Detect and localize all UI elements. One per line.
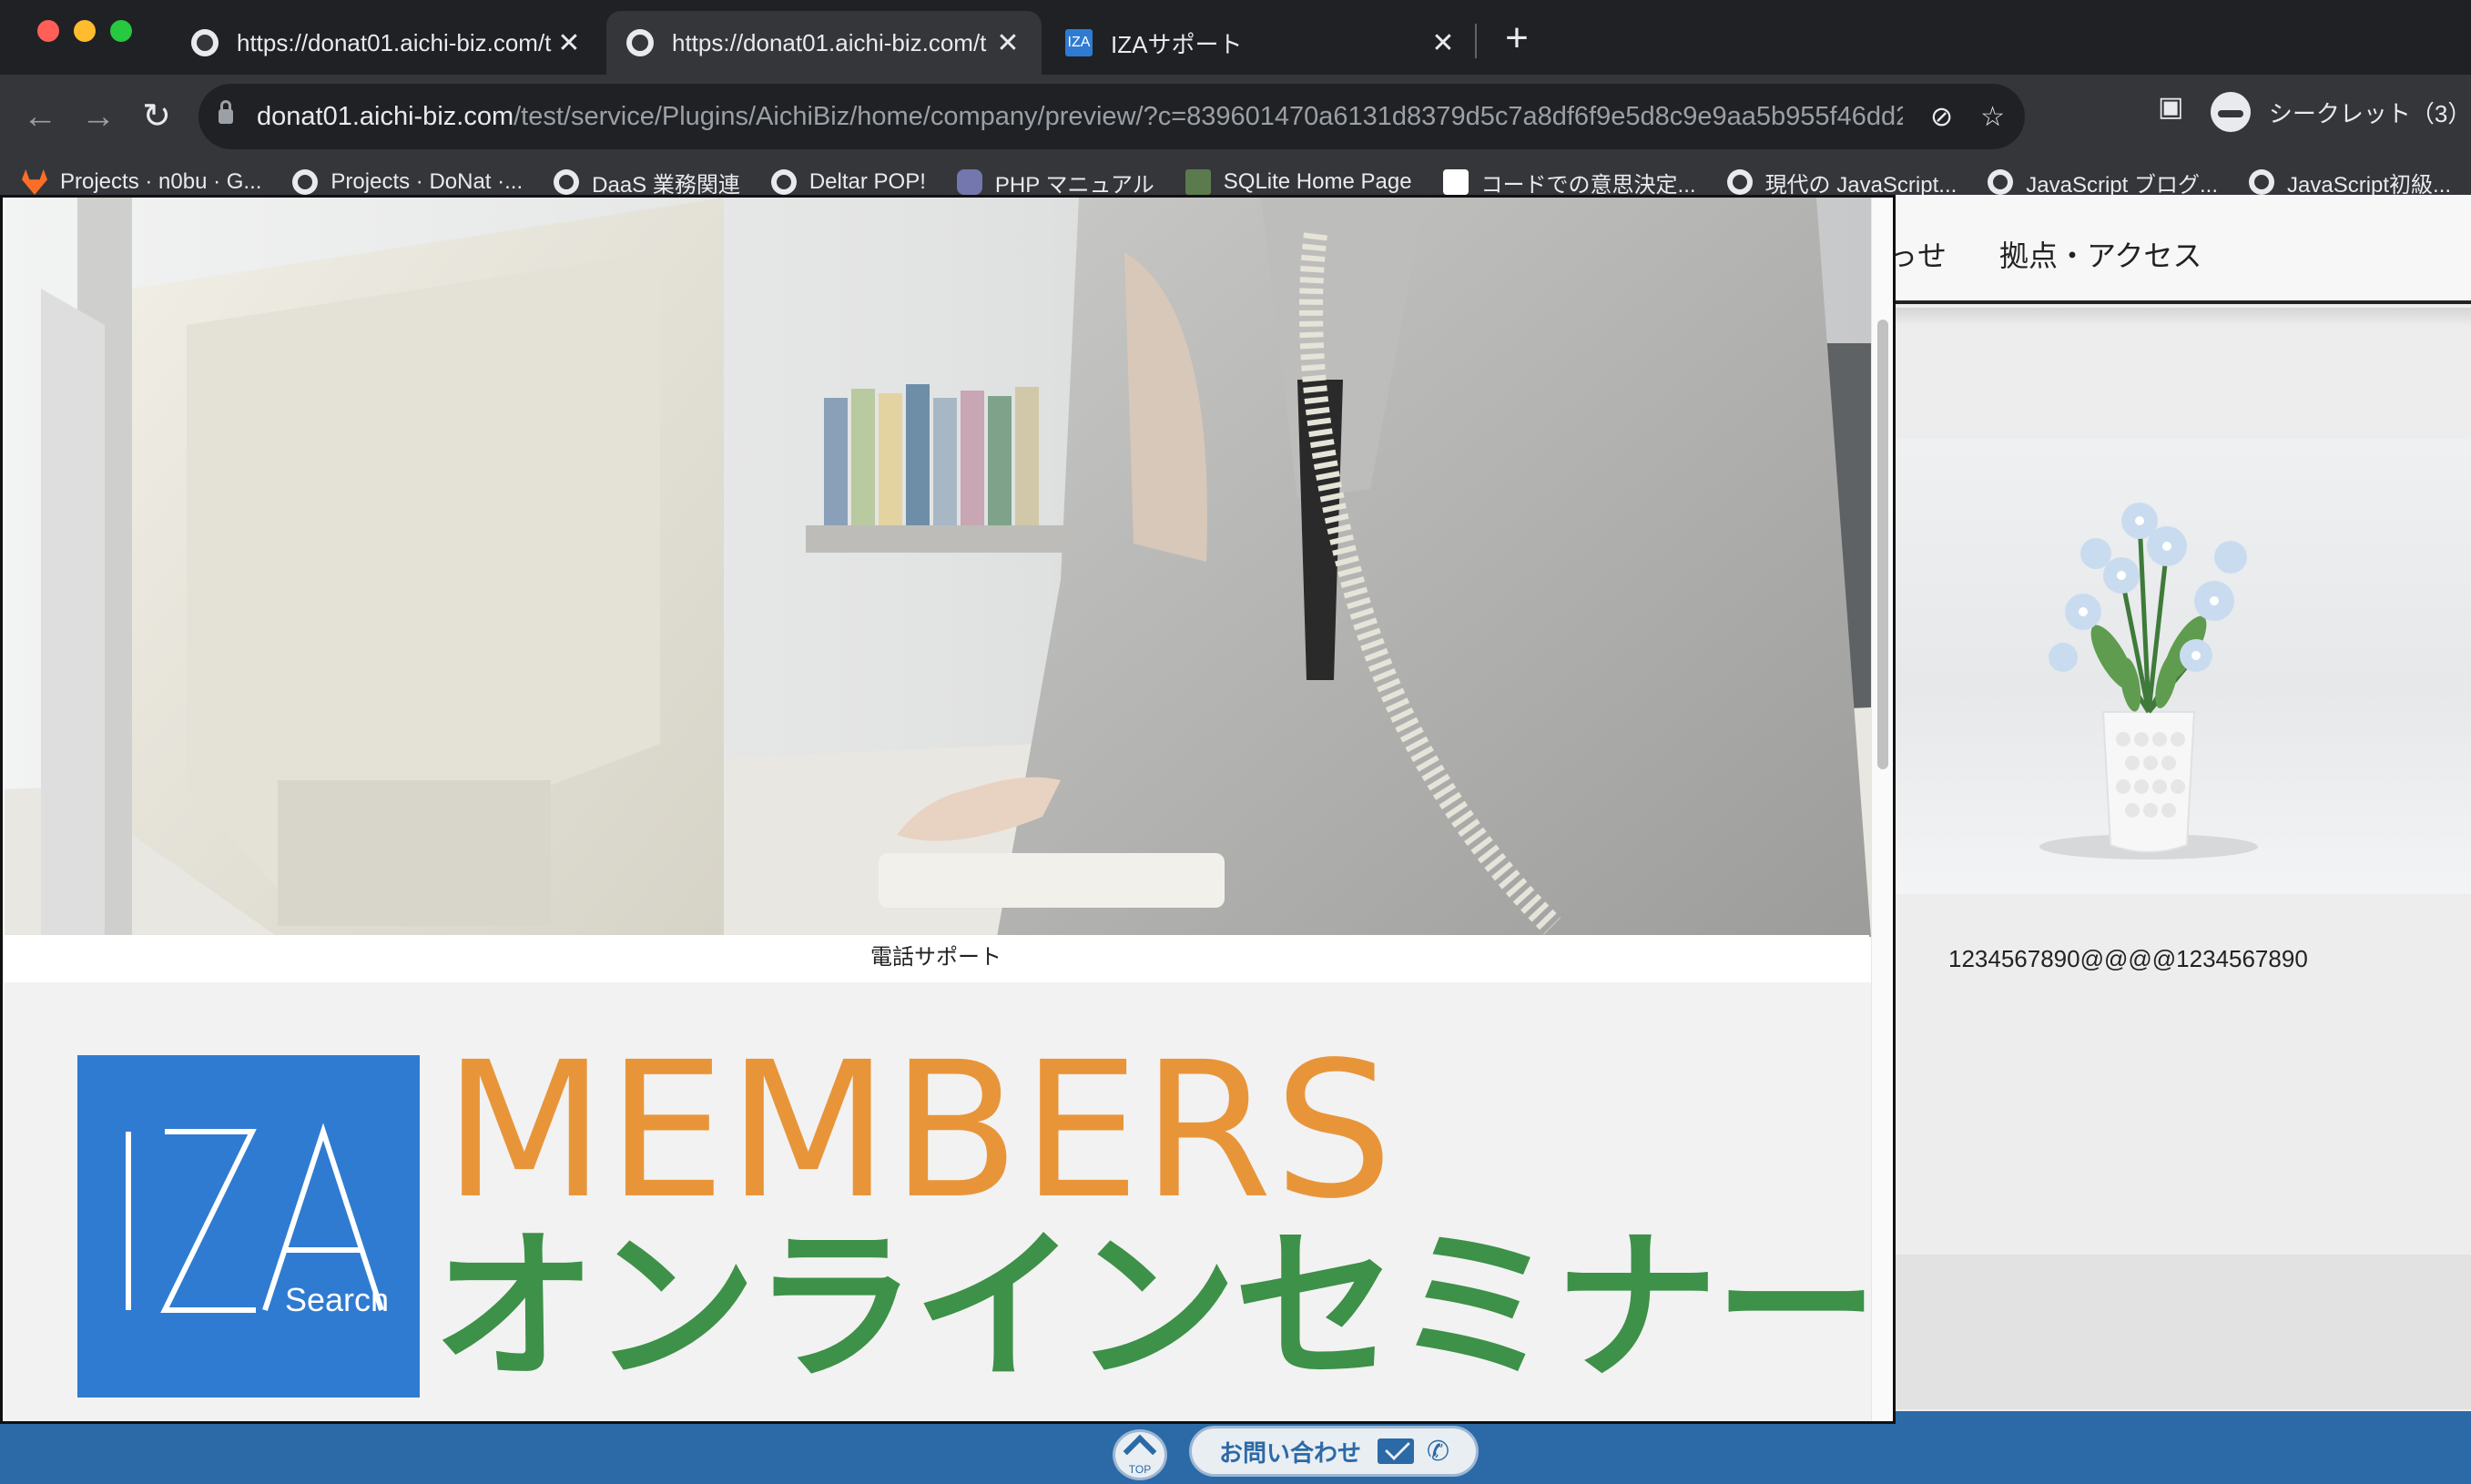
php-icon <box>956 169 982 195</box>
support-photo <box>5 198 1871 937</box>
globe-icon <box>191 29 219 56</box>
gitlab-icon <box>22 169 47 195</box>
back-arrow-icon[interactable]: ← <box>18 95 62 138</box>
bookmark-item[interactable]: DaaS 業務関連 <box>554 167 740 198</box>
tab-title: https://donat01.aichi-biz.com/t <box>237 28 552 56</box>
minimize-window-button[interactable] <box>74 20 96 42</box>
incognito-label: シークレット（3） <box>2268 99 2471 127</box>
bookmark-label: 現代の JavaScript... <box>1764 172 1957 198</box>
bookmark-item[interactable]: Projects · n0bu · G... <box>22 169 261 195</box>
header-shadow <box>1894 308 2471 326</box>
mail-icon <box>1378 1438 1415 1464</box>
nav-item-contact[interactable]: っせ <box>1888 233 1947 275</box>
tab-1[interactable]: https://donat01.aichi-biz.com/t ✕ <box>171 11 603 75</box>
star-icon[interactable]: ☆ <box>1980 101 2005 133</box>
contact-label: お問い合わせ <box>1219 1438 1362 1467</box>
tab-2-active[interactable]: https://donat01.aichi-biz.com/t ✕ <box>606 11 1042 75</box>
side-panel-icon[interactable]: ▣ <box>2158 91 2183 123</box>
url-host: donat01.aichi-biz.com <box>257 101 514 131</box>
close-window-button[interactable] <box>37 20 59 42</box>
members-seminar-banner: Search MEMBERS オンラインセミナー <box>5 982 1878 1421</box>
new-tab-button[interactable]: + <box>1497 13 1537 64</box>
bookmark-item[interactable]: JavaScript ブログ... <box>1988 167 2218 198</box>
bookmark-label: PHP マニュアル <box>994 172 1154 198</box>
page-viewport: っせ 拠点・アクセス 1234567890@@@@1234567890 TOP … <box>0 195 2471 1484</box>
preview-modal: 電話サポート Search MEMBERS オンラインセミナー <box>0 195 1896 1424</box>
globe-icon <box>626 29 654 56</box>
bookmark-label: JavaScript初級... <box>2287 172 2452 198</box>
tab-separator <box>1475 24 1477 58</box>
globe-icon <box>1988 169 2014 195</box>
eye-off-icon[interactable]: ⊘ <box>1930 101 1953 133</box>
bookmark-label: Deltar POP! <box>808 169 926 194</box>
tab-strip: https://donat01.aichi-biz.com/t ✕ https:… <box>0 0 2471 75</box>
nav-item-access[interactable]: 拠点・アクセス <box>1999 233 2202 275</box>
bookmark-label: コードでの意思決定... <box>1480 172 1696 198</box>
bookmark-item[interactable]: Projects · DoNat ·... <box>292 169 523 195</box>
modal-scrollbar[interactable] <box>1871 198 1893 1421</box>
bookmark-label: Projects · DoNat ·... <box>330 169 524 194</box>
iza-logo: Search <box>77 1055 420 1398</box>
iza-favicon-icon: IZA <box>1065 29 1093 56</box>
tab-3[interactable]: IZA IZAサポート ✕ <box>1045 11 1477 75</box>
phone-icon: ✆ <box>1427 1436 1450 1467</box>
sqlite-icon <box>1185 169 1211 195</box>
close-tab-icon[interactable]: ✕ <box>994 27 1022 59</box>
globe-icon <box>292 169 319 195</box>
top-label: TOP <box>1128 1463 1152 1476</box>
members-headline: MEMBERS <box>443 1022 1396 1240</box>
url-text[interactable]: donat01.aichi-biz.com/test/service/Plugi… <box>257 102 1903 132</box>
globe-icon <box>770 169 797 195</box>
online-seminar-headline: オンラインセミナー <box>432 1216 1878 1399</box>
contact-button[interactable]: お問い合わせ ✆ <box>1189 1426 1479 1477</box>
lock-icon[interactable] <box>219 100 233 124</box>
fullscreen-window-button[interactable] <box>110 20 132 42</box>
bookmark-item[interactable]: Deltar POP! <box>770 169 926 195</box>
tab-title: IZAサポート <box>1111 30 1243 58</box>
bookmark-label: JavaScript ブログ... <box>2026 172 2218 198</box>
dark-icon <box>1442 169 1469 195</box>
photo-caption: 電話サポート <box>3 935 1869 981</box>
reload-icon[interactable]: ↻ <box>135 95 178 138</box>
gray-section <box>1894 1255 2471 1409</box>
logo-sub-text: Search <box>285 1281 390 1318</box>
incognito-indicator[interactable]: シークレット（3） <box>2211 89 2471 135</box>
bookmark-item[interactable]: 現代の JavaScript... <box>1726 167 1957 198</box>
tab-title: https://donat01.aichi-biz.com/t <box>672 28 987 56</box>
close-tab-icon[interactable]: ✕ <box>555 27 583 59</box>
browser-toolbar: ← → ↻ donat01.aichi-biz.com/test/service… <box>0 75 2471 206</box>
globe-icon <box>1726 169 1753 195</box>
forward-arrow-icon[interactable]: → <box>76 95 120 138</box>
bookmark-item[interactable]: コードでの意思決定... <box>1442 167 1696 198</box>
bookmark-item[interactable]: PHP マニュアル <box>956 167 1154 198</box>
bookmark-item[interactable]: SQLite Home Page <box>1185 169 1412 195</box>
globe-icon <box>2249 169 2274 195</box>
counter-text: 1234567890@@@@1234567890 <box>1948 945 2308 972</box>
bookmark-label: DaaS 業務関連 <box>592 172 740 198</box>
scroll-thumb[interactable] <box>1877 320 1888 769</box>
scroll-top-button[interactable]: TOP <box>1113 1429 1167 1480</box>
close-tab-icon[interactable]: ✕ <box>1429 27 1457 59</box>
bookmark-label: Projects · n0bu · G... <box>60 169 262 194</box>
address-bar[interactable]: donat01.aichi-biz.com/test/service/Plugi… <box>198 84 2025 149</box>
globe-icon <box>554 169 580 195</box>
bookmark-item[interactable]: JavaScript初級... <box>2249 167 2451 198</box>
bookmark-label: SQLite Home Page <box>1223 169 1412 194</box>
incognito-icon <box>2211 92 2251 132</box>
url-path: /test/service/Plugins/AichiBiz/home/comp… <box>514 101 1903 131</box>
plant-image <box>1894 439 2471 894</box>
